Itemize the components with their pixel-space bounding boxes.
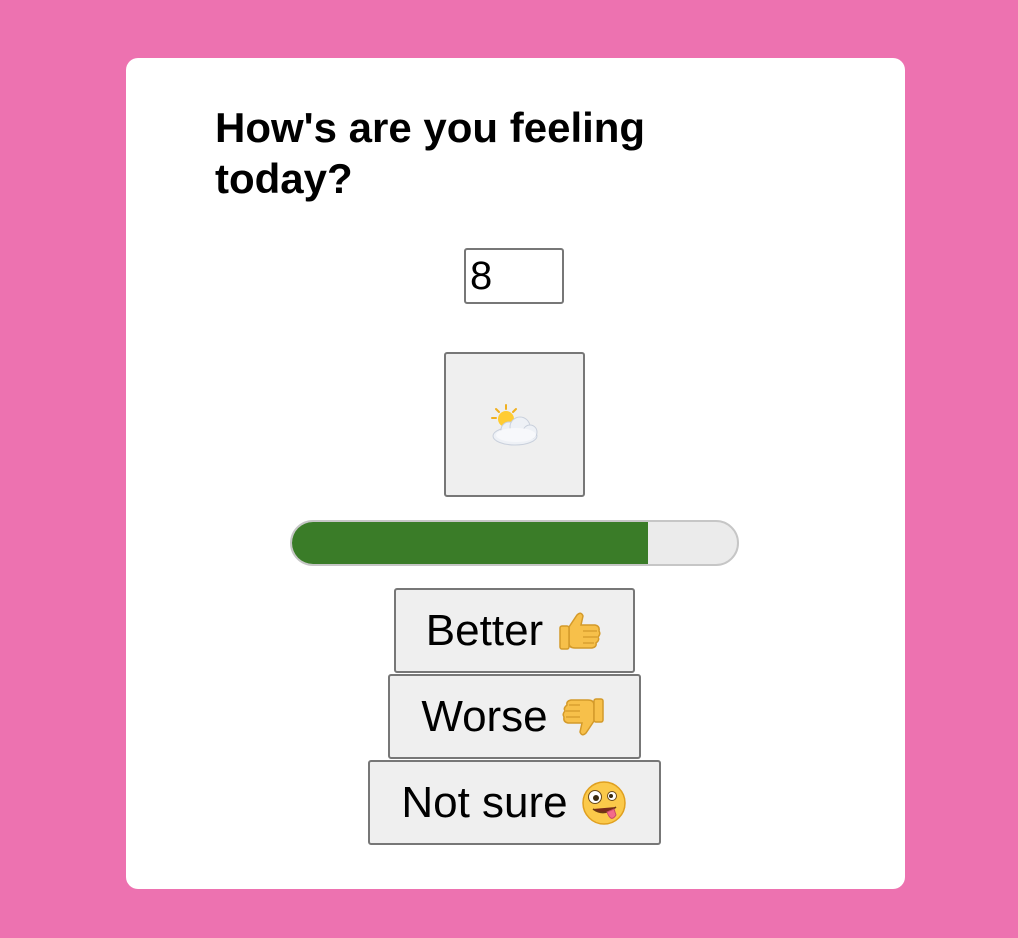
better-button[interactable]: Better bbox=[394, 588, 635, 673]
thumbs-up-icon bbox=[559, 612, 601, 650]
sun-behind-cloud-icon bbox=[490, 403, 537, 445]
thumbs-down-icon bbox=[562, 697, 604, 735]
worse-button-label: Worse bbox=[421, 691, 548, 741]
mood-value-input[interactable] bbox=[464, 248, 564, 304]
question-title: How's are you feeling today? bbox=[215, 104, 646, 202]
mood-progress-fill bbox=[292, 522, 648, 564]
weather-button[interactable] bbox=[444, 352, 585, 497]
mood-card: How's are you feeling today? Better bbox=[126, 58, 905, 889]
worse-button[interactable]: Worse bbox=[388, 674, 641, 759]
not-sure-button[interactable]: Not sure bbox=[368, 760, 661, 845]
mood-progress-bar bbox=[290, 520, 739, 566]
not-sure-button-label: Not sure bbox=[401, 777, 568, 827]
better-button-label: Better bbox=[425, 605, 544, 655]
zany-face-icon bbox=[581, 780, 626, 825]
